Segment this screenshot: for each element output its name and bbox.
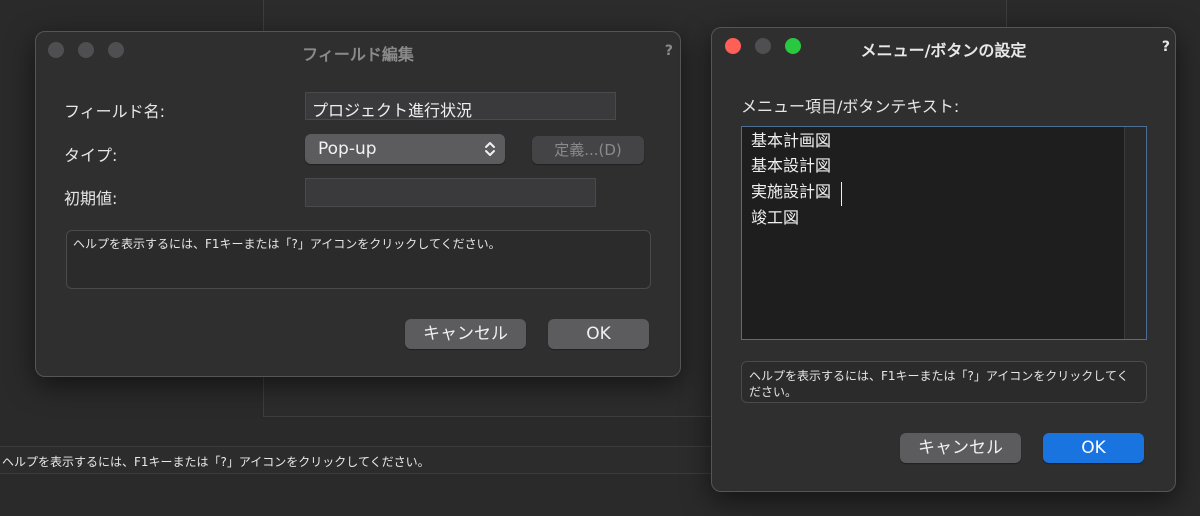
type-label: タイプ: [64,146,118,165]
field-name-value: プロジェクト進行状況 [312,101,473,120]
menu-items-scrollbar-track[interactable] [1124,127,1146,339]
menu-ok-button[interactable]: OK [1043,433,1144,463]
initial-value-input[interactable] [305,178,596,207]
text-cursor [841,182,842,206]
up-down-chevron-icon [485,142,495,156]
menu-items-label: メニュー項目/ボタンテキスト: [741,97,960,116]
field-edit-dialog: フィールド編集 ? フィールド名: プロジェクト進行状況 タイプ: Pop-up… [35,31,681,377]
menu-cancel-button[interactable]: キャンセル [900,433,1021,463]
list-item[interactable]: 基本計画図 [751,128,831,154]
menu-button-settings-dialog: メニュー/ボタンの設定 ? メニュー項目/ボタンテキスト: 基本計画図 基本設計… [711,27,1176,492]
field-dialog-help-box: ヘルプを表示するには、F1キーまたは「?」アイコンをクリックしてください。 [66,230,651,289]
type-popup-value: Pop-up [318,139,377,159]
field-cancel-button[interactable]: キャンセル [405,319,526,349]
menu-dialog-help-text: ヘルプを表示するには、F1キーまたは「?」アイコンをクリックしてください。 [749,369,1129,399]
help-icon[interactable]: ? [665,43,673,59]
list-item[interactable]: 竣工図 [751,205,799,231]
status-bar-text: ヘルプを表示するには、F1キーまたは「?」アイコンをクリックしてください。 [2,455,430,469]
menu-items-textarea[interactable]: 基本計画図 基本設計図 実施設計図 竣工図 [741,126,1147,340]
list-item[interactable]: 基本設計図 [751,153,831,179]
help-icon[interactable]: ? [1162,39,1170,55]
status-bar: ヘルプを表示するには、F1キーまたは「?」アイコンをクリックしてください。 [0,446,720,474]
define-button[interactable]: 定義...(D) [532,136,644,164]
list-item[interactable]: 実施設計図 [751,179,831,205]
type-popup[interactable]: Pop-up [305,134,505,164]
field-dialog-help-text: ヘルプを表示するには、F1キーまたは「?」アイコンをクリックしてください。 [73,237,501,251]
field-ok-button[interactable]: OK [548,319,649,349]
field-name-input[interactable]: プロジェクト進行状況 [305,92,616,120]
initial-value-label: 初期値: [64,189,118,208]
menu-dialog-help-box: ヘルプを表示するには、F1キーまたは「?」アイコンをクリックしてください。 [741,361,1147,403]
field-name-label: フィールド名: [64,102,166,121]
field-dialog-titlebar[interactable]: フィールド編集 ? [36,32,680,68]
field-dialog-title: フィールド編集 [302,45,414,64]
menu-dialog-title: メニュー/ボタンの設定 [860,41,1027,60]
menu-dialog-titlebar[interactable]: メニュー/ボタンの設定 ? [712,28,1175,64]
